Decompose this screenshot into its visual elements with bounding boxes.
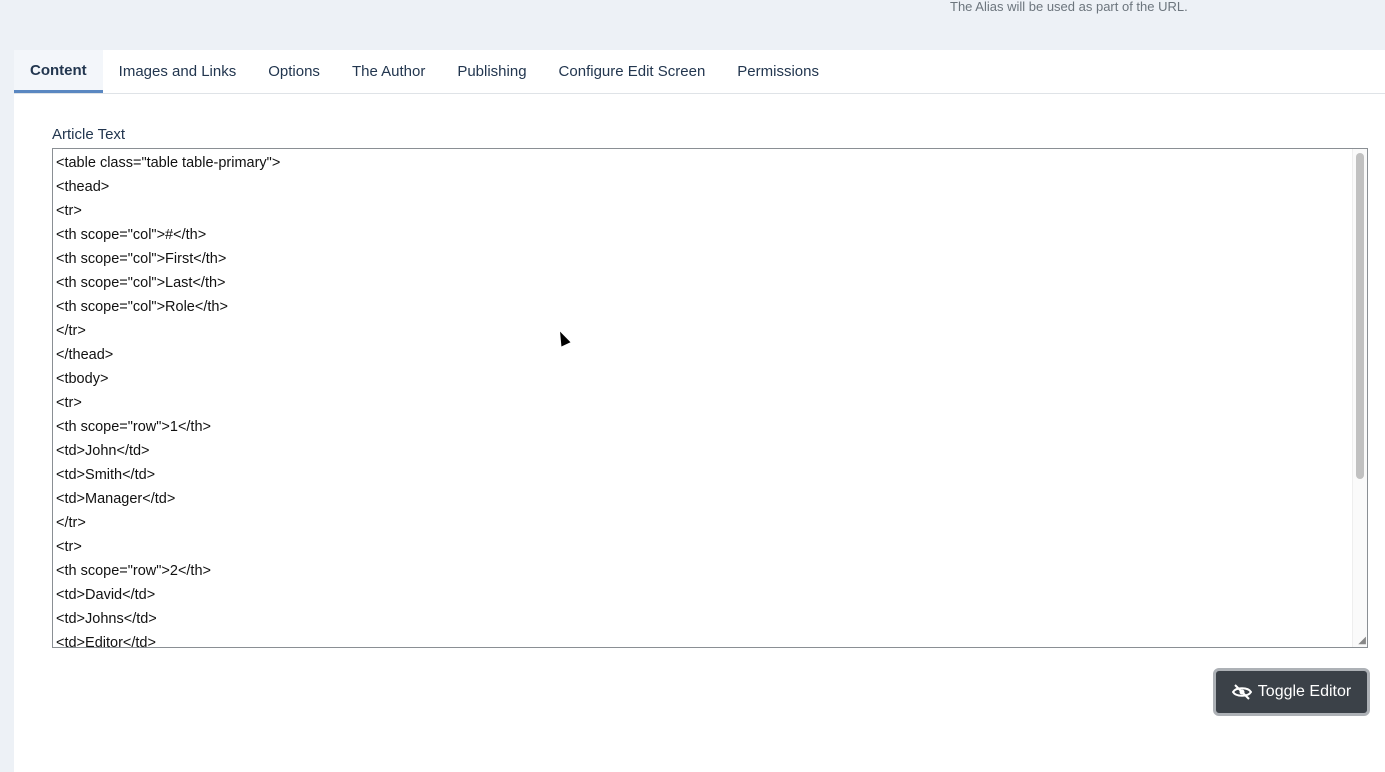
tab-content[interactable]: Content	[14, 50, 103, 93]
article-text-content[interactable]: <table class="table table-primary"> <the…	[53, 149, 1367, 647]
tab-permissions[interactable]: Permissions	[721, 50, 835, 93]
scrollbar-thumb[interactable]	[1356, 153, 1364, 479]
eye-slash-icon	[1231, 684, 1252, 700]
article-text-label: Article Text	[52, 126, 126, 143]
alias-hint: The Alias will be used as part of the UR…	[950, 0, 1188, 14]
article-text-textarea[interactable]: <table class="table table-primary"> <the…	[52, 148, 1368, 648]
content-panel: Content Images and Links Options The Aut…	[14, 50, 1385, 772]
tab-publishing[interactable]: Publishing	[441, 50, 542, 93]
tab-options[interactable]: Options	[252, 50, 336, 93]
tab-the-author[interactable]: The Author	[336, 50, 441, 93]
tab-bar: Content Images and Links Options The Aut…	[14, 50, 1385, 94]
scrollbar[interactable]	[1352, 149, 1367, 647]
resize-grip-icon[interactable]: ◢	[1358, 635, 1366, 646]
toggle-editor-label: Toggle Editor	[1257, 683, 1352, 700]
tab-images-and-links[interactable]: Images and Links	[103, 50, 253, 93]
tab-configure-edit-screen[interactable]: Configure Edit Screen	[543, 50, 722, 93]
toggle-editor-button[interactable]: Toggle Editor	[1213, 668, 1370, 716]
